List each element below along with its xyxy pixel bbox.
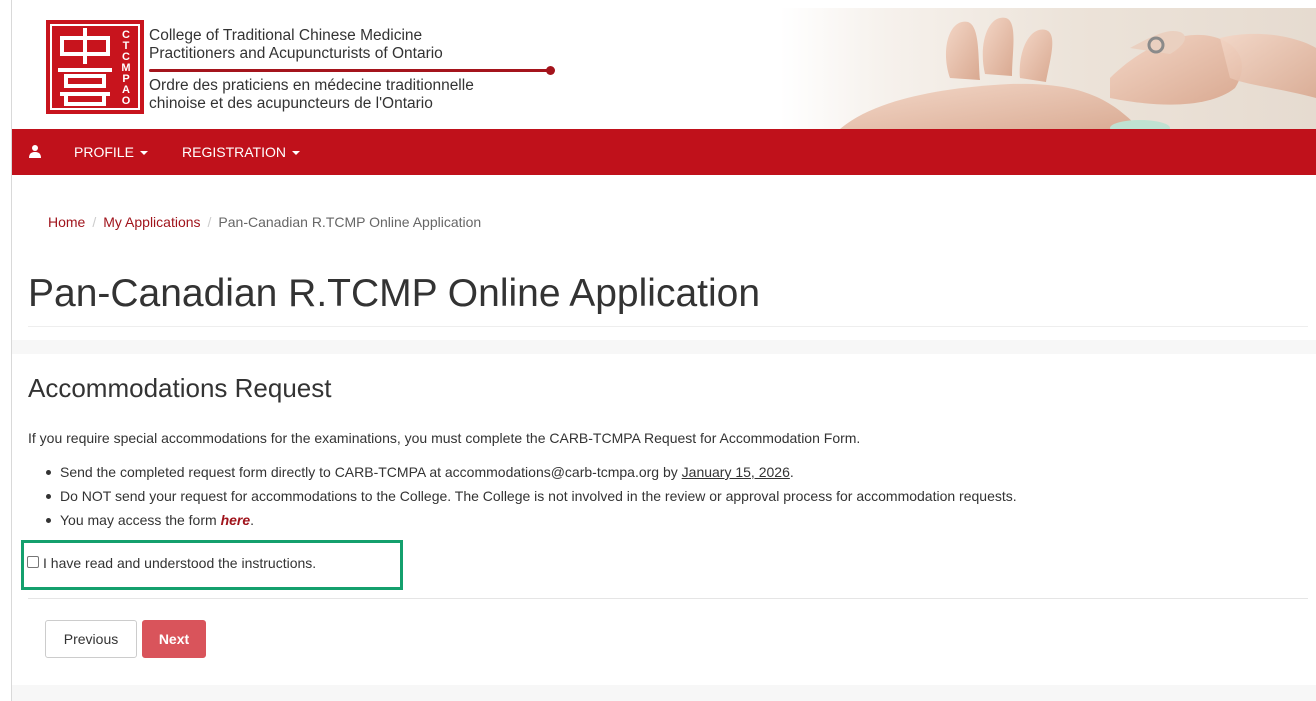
logo-divider-dot bbox=[546, 66, 555, 75]
bullet-access-end: . bbox=[250, 512, 255, 528]
title-divider bbox=[28, 326, 1308, 327]
breadcrumb-my-applications-link[interactable]: My Applications bbox=[103, 214, 200, 230]
site-header: C T C M P A O College of Traditional Chi… bbox=[12, 0, 1316, 129]
deadline-date: January 15, 2026 bbox=[681, 464, 790, 480]
bullet-send-end: . bbox=[789, 464, 794, 480]
breadcrumb: Home / My Applications / Pan-Canadian R.TCMP… bbox=[48, 212, 481, 232]
instruction-list: Send the completed request form directly… bbox=[46, 460, 1017, 532]
nav-registration-menu[interactable]: REGISTRATION bbox=[182, 129, 300, 175]
main-navbar: PROFILE REGISTRATION bbox=[12, 129, 1316, 175]
breadcrumb-separator: / bbox=[92, 214, 97, 230]
bullet-do-not-send: Do NOT send your request for accommodati… bbox=[60, 488, 1017, 504]
instructions-read-checkbox[interactable] bbox=[27, 556, 39, 568]
nav-profile-label: PROFILE bbox=[74, 144, 134, 160]
section-intro: If you require special accommodations fo… bbox=[28, 430, 861, 446]
logo-english-name: College of Traditional Chinese Medicine … bbox=[149, 27, 443, 63]
next-button[interactable]: Next bbox=[142, 620, 206, 658]
form-here-link[interactable]: here bbox=[221, 512, 251, 528]
logo-french-line1: Ordre des praticiens en médecine traditi… bbox=[149, 77, 474, 94]
logo-divider bbox=[149, 69, 550, 72]
logo-english-line2: Practitioners and Acupuncturists of Onta… bbox=[149, 45, 443, 62]
nav-profile-menu[interactable]: PROFILE bbox=[74, 129, 148, 175]
list-item: Send the completed request form directly… bbox=[46, 460, 1017, 484]
section-band bbox=[12, 340, 1316, 354]
footer-band bbox=[12, 685, 1316, 701]
previous-button[interactable]: Previous bbox=[45, 620, 137, 658]
form-divider bbox=[28, 598, 1308, 599]
svg-text:O: O bbox=[122, 95, 131, 107]
bullet-send-text: Send the completed request form directly… bbox=[60, 464, 682, 480]
page-title: Pan-Canadian R.TCMP Online Application bbox=[28, 272, 761, 315]
list-item: Do NOT send your request for accommodati… bbox=[46, 484, 1017, 508]
college-logo-mark[interactable]: C T C M P A O bbox=[46, 20, 144, 114]
breadcrumb-home-link[interactable]: Home bbox=[48, 214, 85, 230]
caret-down-icon bbox=[139, 151, 148, 156]
header-hero-image bbox=[780, 8, 1316, 129]
breadcrumb-current: Pan-Canadian R.TCMP Online Application bbox=[218, 214, 482, 230]
logo-french-name: Ordre des praticiens en médecine traditi… bbox=[149, 77, 474, 113]
caret-down-icon bbox=[291, 151, 300, 156]
logo-french-line2: chinoise et des acupuncteurs de l'Ontari… bbox=[149, 95, 433, 112]
section-title: Accommodations Request bbox=[28, 373, 332, 403]
instructions-read-label[interactable]: I have read and understood the instructi… bbox=[43, 553, 316, 573]
user-icon[interactable] bbox=[28, 144, 42, 158]
logo-english-line1: College of Traditional Chinese Medicine bbox=[149, 27, 423, 44]
breadcrumb-separator: / bbox=[207, 214, 212, 230]
bullet-access-text: You may access the form bbox=[60, 512, 221, 528]
list-item: You may access the form here. bbox=[46, 508, 1017, 532]
nav-registration-label: REGISTRATION bbox=[182, 144, 286, 160]
